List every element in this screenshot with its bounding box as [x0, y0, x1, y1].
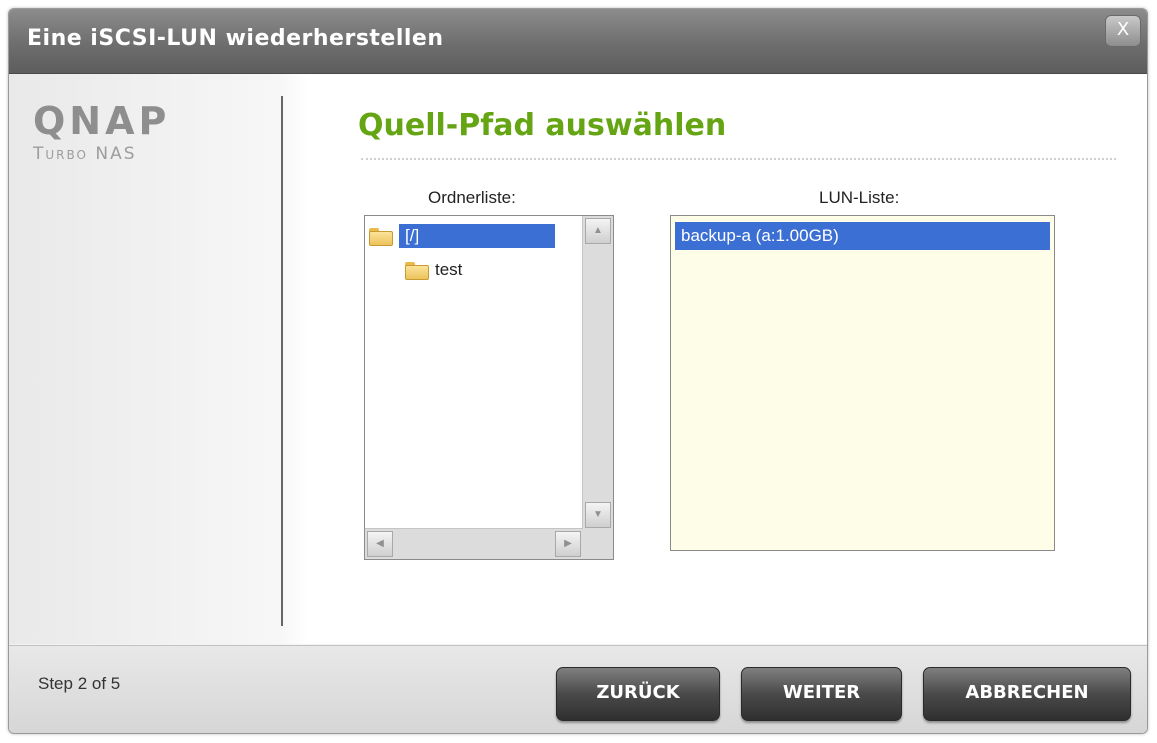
- restore-lun-dialog: Eine iSCSI-LUN wiederherstellen X QNAP T…: [8, 8, 1148, 734]
- logo-wordmark: QNAP: [33, 99, 171, 143]
- dialog-body: QNAP Turbo NAS Quell-Pfad auswählen Ordn…: [9, 74, 1147, 644]
- folder-open-icon: [369, 228, 393, 246]
- folder-icon: [405, 262, 429, 280]
- folder-tree[interactable]: [/] test ▲ ▼ ◀ ▶: [364, 215, 614, 560]
- folder-tree-item-label: [/]: [399, 224, 555, 248]
- scroll-left-button[interactable]: ◀: [367, 531, 393, 557]
- back-button[interactable]: ZURÜCK: [556, 667, 720, 721]
- scroll-down-button[interactable]: ▼: [585, 502, 611, 528]
- logo-subtitle: Turbo NAS: [33, 144, 137, 164]
- vertical-divider: [281, 96, 283, 626]
- scroll-right-button[interactable]: ▶: [555, 531, 581, 557]
- dialog-footer: Step 2 of 5 ZURÜCK WEITER ABBRECHEN: [9, 645, 1147, 733]
- step-indicator: Step 2 of 5: [38, 674, 121, 693]
- next-button[interactable]: WEITER: [741, 667, 902, 721]
- scroll-up-button[interactable]: ▲: [585, 218, 611, 244]
- folder-list-label: Ordnerliste:: [428, 188, 516, 207]
- folder-tree-item-root[interactable]: [/]: [369, 222, 555, 250]
- lun-list-label: LUN-Liste:: [819, 188, 900, 207]
- qnap-logo: QNAP Turbo NAS: [33, 102, 233, 164]
- folder-tree-item-label: test: [435, 260, 463, 279]
- folder-tree-item-test[interactable]: test: [405, 256, 462, 284]
- scrollbar-corner: [583, 529, 613, 559]
- lun-list[interactable]: backup-a (a:1.00GB): [670, 215, 1055, 551]
- horizontal-scrollbar[interactable]: ◀ ▶: [365, 528, 583, 559]
- vertical-scrollbar[interactable]: ▲ ▼: [582, 216, 613, 530]
- lun-list-item[interactable]: backup-a (a:1.00GB): [675, 222, 1050, 250]
- dotted-divider: [361, 158, 1116, 160]
- close-button[interactable]: X: [1105, 15, 1141, 47]
- cancel-button[interactable]: ABBRECHEN: [923, 667, 1131, 721]
- page-heading: Quell-Pfad auswählen: [358, 108, 727, 143]
- dialog-title: Eine iSCSI-LUN wiederherstellen: [27, 26, 444, 51]
- title-bar: Eine iSCSI-LUN wiederherstellen X: [9, 9, 1147, 74]
